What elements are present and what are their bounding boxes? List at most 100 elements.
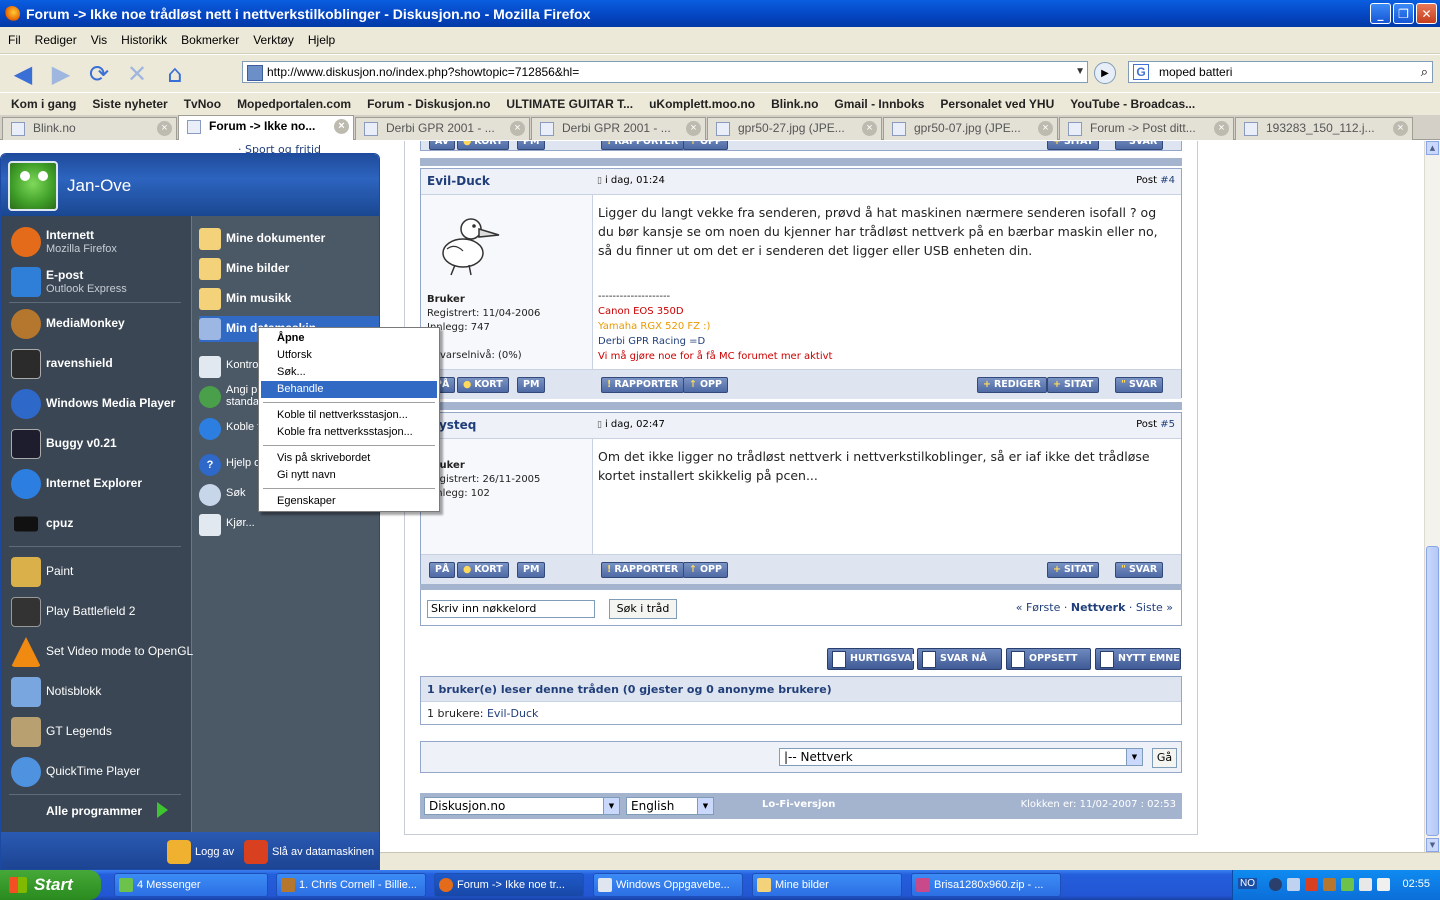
language-select[interactable]: English ▼ [626,797,714,815]
start-item-mediamonkey[interactable]: MediaMonkey [9,306,189,342]
bookmark-item[interactable]: Mopedportalen.com [237,97,351,111]
post-4-link[interactable]: #4 [1160,175,1175,186]
tab[interactable]: 193283_150_112.j... × [1235,117,1413,140]
shutdown-button[interactable]: Slå av datamaskinen [244,840,374,864]
tab-close-icon[interactable]: × [1393,121,1408,136]
home-icon[interactable]: ⌂ [160,59,190,89]
start-place-pictures[interactable]: Mine bilder [199,256,379,282]
sitat-button[interactable]: + SITAT [1047,141,1100,150]
tab-close-icon[interactable]: × [686,121,701,136]
start-item-gtlegends[interactable]: GT Legends [9,714,189,750]
back-icon[interactable]: ◀ [8,59,38,89]
start-place-run[interactable]: Kjør... [199,512,379,538]
start-item-epost[interactable]: E-post Outlook Express [9,264,189,300]
bookmark-item[interactable]: Kom i gang [11,97,76,111]
search-icon[interactable]: ⌕ [1421,62,1428,82]
tab[interactable]: Blink.no × [2,117,177,140]
post-5-link[interactable]: #5 [1160,419,1175,430]
pa-button[interactable]: PÅ [429,562,456,578]
taskbar-item-firefox[interactable]: Forum -> Ikke noe tr... [434,873,584,897]
bookmark-item[interactable]: Siste nyheter [92,97,167,111]
tray-arrow-icon[interactable] [1269,878,1282,891]
menu-verktoy[interactable]: Verktøy [253,33,294,47]
av-button[interactable]: AV [429,141,456,150]
taskbar-item-messenger[interactable]: 4 Messenger [114,873,268,897]
svar-button[interactable]: " SVAR [1115,141,1164,150]
oppsett-button[interactable]: OPPSETT [1006,648,1091,670]
opp-button[interactable]: ↑ OPP [683,562,728,578]
restore-button[interactable]: ❐ [1393,3,1414,24]
tab[interactable]: Derbi GPR 2001 - ... × [531,117,706,140]
bookmark-item[interactable]: Gmail - Innboks [834,97,924,111]
monkey-tray-icon[interactable] [1323,878,1336,891]
start-item-ie[interactable]: Internet Explorer [9,466,189,502]
sitat-button[interactable]: + SITAT [1047,377,1100,393]
tab-close-icon[interactable]: × [862,121,877,136]
pm-button[interactable]: PM [517,377,546,393]
opp-button[interactable]: ↑ OPP [683,377,728,393]
bookmark-item[interactable]: Forum - Diskusjon.no [367,97,490,111]
start-item-battlefield[interactable]: Play Battlefield 2 [9,594,189,630]
hurtigsvar-button[interactable]: HURTIGSVAR [827,648,919,670]
rapporter-button[interactable]: ! RAPPORTER [601,141,685,150]
taskbar-item-taskmanager[interactable]: Windows Oppgavebe... [593,873,743,897]
menu-historikk[interactable]: Historikk [121,33,167,47]
ctx-explore[interactable]: Utforsk [261,347,437,364]
pm-button[interactable]: PM [517,562,546,578]
bookmark-item[interactable]: Personalet ved YHU [940,97,1054,111]
ctx-open[interactable]: Åpne [261,330,437,347]
nytt-emne-button[interactable]: NYTT EMNE [1095,648,1181,670]
url-bar[interactable]: http://www.diskusjon.no/index.php?showto… [242,61,1088,83]
search-input[interactable]: Gmoped batteri ⌕ [1128,61,1433,83]
lofi-link[interactable]: Lo-Fi-versjon [762,799,835,810]
bookmark-item[interactable]: YouTube - Broadcas... [1070,97,1195,111]
frog-avatar-icon[interactable] [8,161,58,211]
tab[interactable]: gpr50-07.jpg (JPE... × [883,117,1058,140]
sitat-button[interactable]: + SITAT [1047,562,1100,578]
svar-na-button[interactable]: SVAR NÅ [917,648,1002,670]
start-item-buggy[interactable]: Buggy v0.21 [9,426,189,462]
svar-button[interactable]: " SVAR [1115,377,1164,393]
menu-vis[interactable]: Vis [91,33,107,47]
language-indicator[interactable]: NO [1238,878,1257,889]
messenger-tray-icon[interactable] [1341,878,1354,891]
ctx-manage[interactable]: Behandle [261,381,437,398]
ctx-search[interactable]: Søk... [261,364,437,381]
last-link[interactable]: Siste » [1136,601,1173,614]
start-item-quicktime[interactable]: QuickTime Player [9,754,189,790]
menu-bokmerker[interactable]: Bokmerker [181,33,239,47]
start-item-opengl[interactable]: Set Video mode to OpenGL [9,634,193,670]
bookmark-item[interactable]: uKomplett.moo.no [649,97,755,111]
bookmark-item[interactable]: TvNoo [184,97,221,111]
forum-jump-select[interactable]: |-- Nettverk ▼ [779,748,1143,766]
taskbar-item-pictures[interactable]: Mine bilder [752,873,902,897]
menu-hjelp[interactable]: Hjelp [308,33,335,47]
taskbar-item-music[interactable]: 1. Chris Cornell - Billie... [276,873,426,897]
start-button[interactable]: Start [0,870,101,900]
rapporter-button[interactable]: ! RAPPORTER [601,562,685,578]
forum-jump-go-button[interactable]: Gå [1152,748,1177,768]
stop-icon[interactable]: ✕ [122,59,152,89]
reload-icon[interactable]: ⟳ [84,59,114,89]
reader-user-link[interactable]: Evil-Duck [487,707,538,720]
tab-close-icon[interactable]: × [157,121,172,136]
menu-fil[interactable]: Fil [8,33,21,47]
pm-button[interactable]: PM [517,141,546,150]
tab[interactable]: Derbi GPR 2001 - ... × [355,117,530,140]
start-place-music[interactable]: Min musikk [199,286,379,312]
bookmark-item[interactable]: Blink.no [771,97,818,111]
all-programs-button[interactable]: Alle programmer [46,804,142,818]
start-item-paint[interactable]: Paint [9,554,189,590]
start-item-cpuz[interactable]: cpuz [9,506,189,542]
alert-icon[interactable] [1305,878,1318,891]
start-item-wmp[interactable]: Windows Media Player [9,386,189,422]
taskbar-item-zip[interactable]: Brisa1280x960.zip - ... [911,873,1061,897]
go-icon[interactable]: ▶ [1094,62,1116,84]
ctx-rename[interactable]: Gi nytt navn [261,467,437,484]
kort-button[interactable]: ● KORT [457,141,509,150]
kort-button[interactable]: ● KORT [457,562,509,578]
opp-button[interactable]: ↑ OPP [683,141,728,150]
network-icon[interactable] [1287,878,1300,891]
post-4-author[interactable]: Evil-Duck [427,174,490,188]
start-place-documents[interactable]: Mine dokumenter [199,226,379,252]
